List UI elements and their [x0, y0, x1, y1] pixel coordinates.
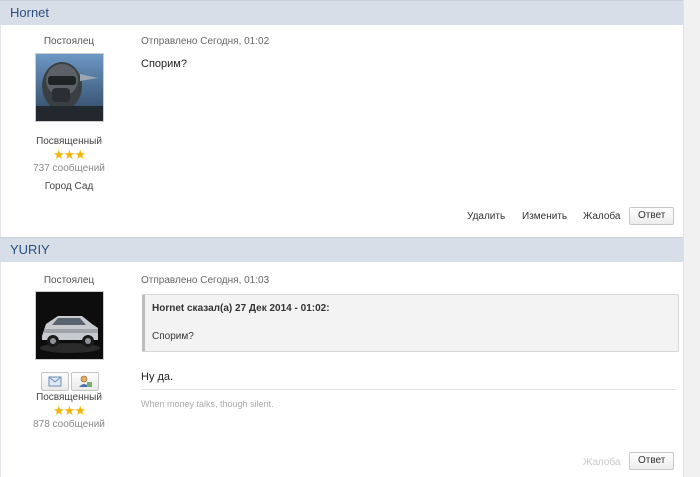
- avatar[interactable]: [35, 53, 104, 122]
- user-sidebar: Постоялец Посвященный ★★★ 737 сообщений …: [1, 25, 137, 237]
- post-text: Спорим?: [141, 58, 187, 70]
- quote-text: Спорим?: [152, 331, 194, 342]
- post-author-name[interactable]: YURIY: [10, 242, 50, 257]
- send-message-button[interactable]: [41, 372, 69, 391]
- edit-button[interactable]: Изменить: [520, 209, 569, 225]
- reply-button[interactable]: Ответ: [629, 207, 675, 225]
- view-profile-button[interactable]: [71, 372, 99, 391]
- delete-button[interactable]: Удалить: [465, 209, 507, 225]
- post-count: 878 сообщений: [33, 419, 105, 430]
- post-body: Постоялец Посвященный ★★★ 878 сообщений …: [0, 262, 686, 477]
- post-timestamp: Отправлено Сегодня, 01:03: [141, 275, 270, 286]
- envelope-icon: [48, 376, 62, 387]
- report-button[interactable]: Жалоба: [581, 455, 622, 471]
- post-header: Hornet: [0, 0, 684, 26]
- rating-stars: ★★★: [53, 147, 86, 162]
- post-header: YURIY: [0, 237, 684, 263]
- user-profile-icon: [79, 375, 92, 387]
- rank-title: Постоялец: [43, 275, 95, 286]
- rating-stars: ★★★: [53, 403, 86, 418]
- post-text: Ну да.: [141, 371, 174, 383]
- car-avatar-image: [36, 292, 103, 359]
- quote-block: Hornet сказал(а) 27 Дек 2014 - 01:02: Сп…: [142, 294, 679, 352]
- signature: When money talks, though silent.: [141, 399, 274, 409]
- reply-button[interactable]: Ответ: [629, 452, 675, 470]
- post-count: 737 сообщений: [33, 163, 105, 174]
- pilot-avatar-image: [36, 54, 103, 121]
- user-group: Посвященный: [36, 392, 102, 403]
- user-city: Город Сад: [44, 181, 94, 192]
- post-author-name[interactable]: Hornet: [10, 5, 49, 20]
- report-button[interactable]: Жалоба: [581, 209, 622, 225]
- quote-header: Hornet сказал(а) 27 Дек 2014 - 01:02:: [152, 303, 330, 314]
- user-group: Посвященный: [36, 136, 102, 147]
- rank-title: Постоялец: [43, 36, 95, 47]
- post-timestamp: Отправлено Сегодня, 01:02: [141, 36, 270, 47]
- signature-divider: [141, 389, 676, 390]
- user-sidebar: Постоялец Посвященный ★★★ 878 сообщений: [1, 262, 137, 477]
- avatar[interactable]: [35, 291, 104, 360]
- post-body: Постоялец Посвященный ★★★ 737 сообщений …: [0, 25, 686, 237]
- scrollbar[interactable]: [683, 0, 700, 477]
